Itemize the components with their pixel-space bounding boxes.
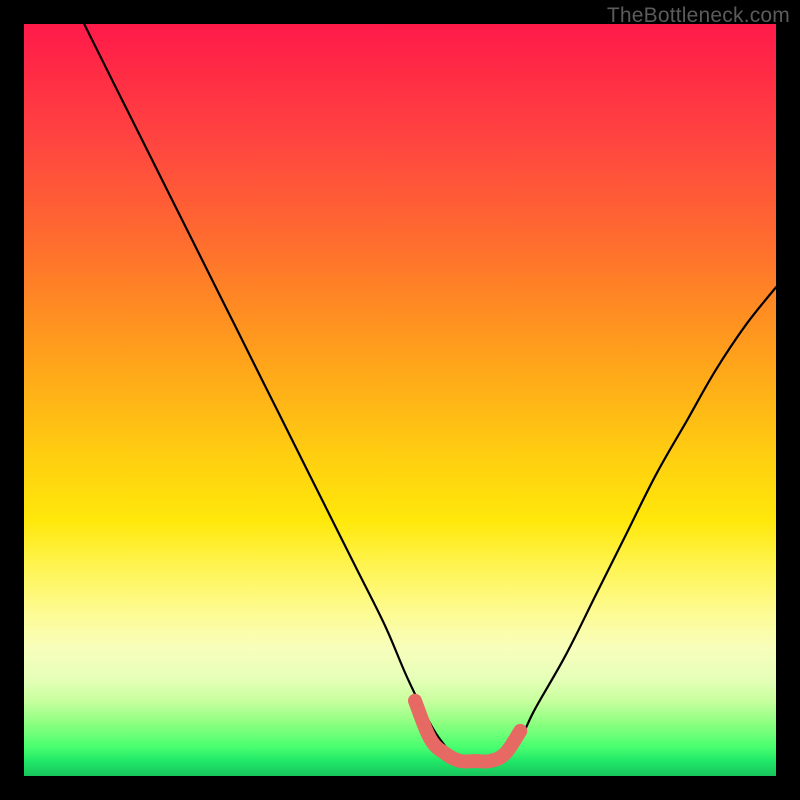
bottleneck-curve-path (84, 24, 776, 763)
curves-svg (24, 24, 776, 776)
plot-area (24, 24, 776, 776)
optimal-zone-path (415, 701, 520, 762)
chart-frame: TheBottleneck.com (0, 0, 800, 800)
